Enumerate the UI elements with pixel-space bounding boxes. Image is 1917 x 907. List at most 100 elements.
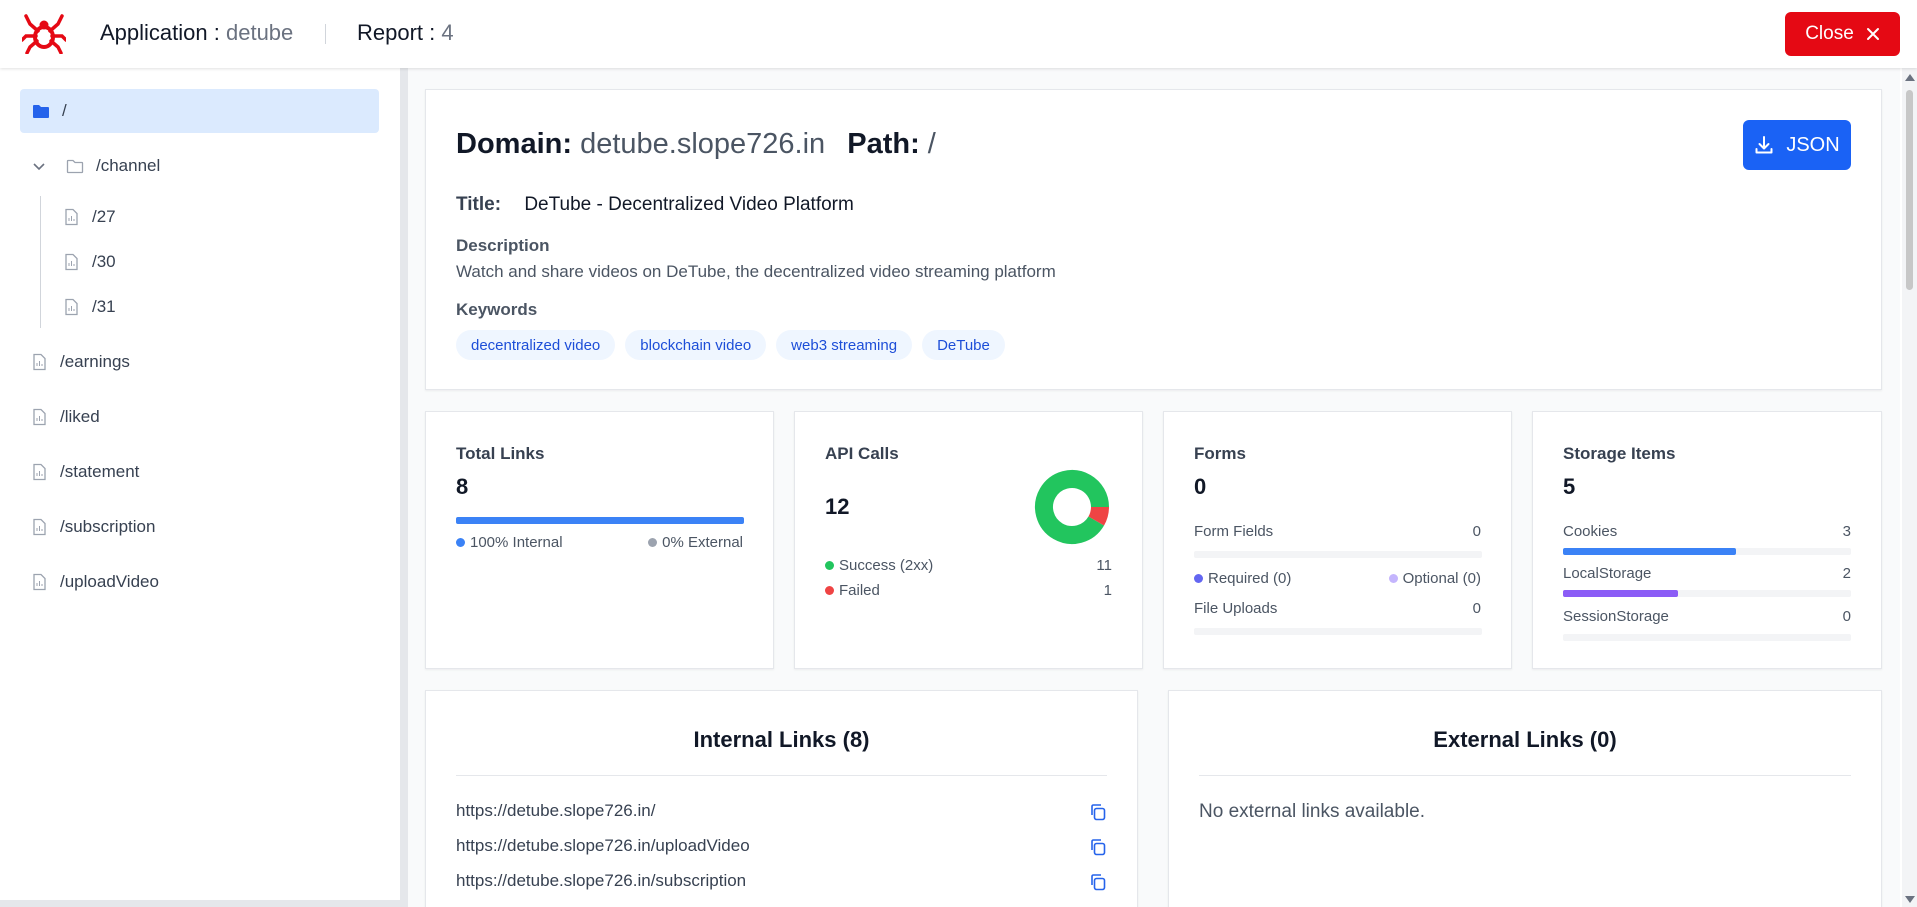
sidebar-item-label: /subscription bbox=[60, 517, 156, 536]
main-scrollbar[interactable] bbox=[1902, 68, 1917, 907]
sidebar-item-uploadvideo[interactable]: /uploadVideo bbox=[30, 560, 159, 604]
sidebar-item-label: /earnings bbox=[60, 352, 130, 371]
file-icon bbox=[30, 353, 48, 371]
sidebar-item-30[interactable]: /30 bbox=[62, 240, 116, 284]
scroll-down-arrow-icon[interactable] bbox=[1905, 896, 1915, 903]
internal-link-item[interactable]: https://detube.slope726.in/uploadVideo bbox=[456, 836, 750, 856]
domain-value: detube.slope726.in bbox=[580, 128, 826, 160]
report-number: 4 bbox=[441, 20, 454, 45]
session-storage-bar bbox=[1563, 634, 1851, 641]
internal-links-card: Internal Links (8) https://detube.slope7… bbox=[425, 690, 1138, 907]
sidebar-item-liked[interactable]: /liked bbox=[30, 395, 100, 439]
chevron-down-icon[interactable] bbox=[32, 157, 50, 175]
sidebar-item-root[interactable]: / bbox=[20, 89, 379, 133]
external-links-empty-message: No external links available. bbox=[1199, 801, 1426, 822]
sidebar-item-label: /channel bbox=[96, 156, 161, 175]
keyword-chip: blockchain video bbox=[625, 330, 767, 360]
file-icon bbox=[30, 408, 48, 426]
storage-title: Storage Items bbox=[1563, 444, 1676, 463]
required-legend: Required (0) bbox=[1194, 570, 1291, 587]
internal-links-title: Internal Links (8) bbox=[693, 727, 870, 752]
tree-guide-line bbox=[40, 196, 41, 328]
cookies-label: Cookies bbox=[1563, 523, 1618, 540]
external-dot bbox=[648, 538, 658, 547]
route-tree-sidebar: / /channel /27 /30 /31 /earnings /liked … bbox=[0, 68, 400, 907]
api-calls-value: 12 bbox=[825, 494, 850, 519]
external-percent-legend: 0% External bbox=[648, 534, 743, 551]
sidebar-item-label: /27 bbox=[92, 207, 116, 226]
close-icon bbox=[1866, 28, 1879, 40]
sidebar-item-label: /uploadVideo bbox=[60, 572, 159, 591]
sidebar-item-subscription[interactable]: /subscription bbox=[30, 505, 155, 549]
file-icon bbox=[62, 208, 80, 226]
header-divider bbox=[325, 24, 326, 44]
external-percent-label: 0% External bbox=[662, 534, 743, 551]
storage-value: 5 bbox=[1563, 474, 1576, 499]
success-dot bbox=[825, 561, 834, 570]
internal-percent-label: 100% Internal bbox=[470, 534, 563, 551]
success-label: Success (2xx) bbox=[839, 557, 934, 574]
json-button-label: JSON bbox=[1786, 133, 1840, 156]
optional-label: Optional (0) bbox=[1402, 570, 1481, 587]
sidebar-item-label: /30 bbox=[92, 252, 116, 271]
optional-dot bbox=[1388, 574, 1398, 583]
success-legend: Success (2xx) bbox=[825, 557, 933, 574]
description-value: Watch and share videos on DeTube, the de… bbox=[456, 262, 1056, 281]
sidebar-item-label: /31 bbox=[92, 297, 116, 316]
report-label: Report : bbox=[357, 20, 436, 45]
application-name: detube bbox=[225, 20, 294, 45]
sidebar-item-earnings[interactable]: /earnings bbox=[30, 340, 130, 384]
cookies-count: 3 bbox=[1842, 523, 1851, 540]
required-dot bbox=[1194, 574, 1203, 583]
local-storage-bar-fill bbox=[1563, 590, 1679, 597]
total-links-value: 8 bbox=[456, 474, 469, 499]
sidebar-item-31[interactable]: /31 bbox=[62, 285, 116, 329]
copy-icon[interactable] bbox=[1089, 838, 1107, 856]
internal-link-item[interactable]: https://detube.slope726.in/subscription bbox=[456, 871, 746, 891]
keywords-list: decentralized video blockchain video web… bbox=[456, 330, 1005, 360]
application-label: Application : bbox=[100, 20, 220, 45]
path-label: Path: bbox=[847, 128, 920, 160]
page-overview-card: Domain: detube.slope726.in Path: / JSON … bbox=[425, 89, 1882, 390]
close-button-label: Close bbox=[1805, 23, 1854, 44]
keyword-chip: web3 streaming bbox=[776, 330, 913, 360]
file-icon bbox=[62, 253, 80, 271]
scroll-up-arrow-icon[interactable] bbox=[1905, 74, 1915, 81]
internal-links-bar bbox=[456, 517, 744, 524]
forms-title: Forms bbox=[1194, 444, 1246, 463]
sidebar-item-statement[interactable]: /statement bbox=[30, 450, 139, 494]
cookies-bar bbox=[1563, 548, 1851, 555]
sidebar-item-27[interactable]: /27 bbox=[62, 195, 116, 239]
forms-card: Forms 0 Form Fields 0 Required (0) Optio… bbox=[1163, 411, 1512, 669]
api-calls-donut-chart bbox=[1035, 470, 1109, 544]
keyword-chip: decentralized video bbox=[456, 330, 616, 360]
failed-count: 1 bbox=[1103, 582, 1112, 599]
report-main-panel: Domain: detube.slope726.in Path: / JSON … bbox=[408, 68, 1900, 907]
sidebar-scrollbar[interactable] bbox=[400, 68, 408, 907]
api-calls-card: API Calls 12 Success (2xx) 11 Failed 1 bbox=[794, 411, 1143, 669]
folder-outline-icon bbox=[66, 157, 84, 175]
success-count: 11 bbox=[1096, 557, 1112, 574]
folder-icon bbox=[32, 102, 50, 120]
session-storage-label: SessionStorage bbox=[1563, 608, 1669, 625]
form-fields-bar bbox=[1194, 551, 1482, 558]
sidebar-item-channel[interactable]: /channel bbox=[32, 144, 160, 188]
keywords-label: Keywords bbox=[456, 300, 538, 319]
file-icon bbox=[30, 573, 48, 591]
external-links-title: External Links (0) bbox=[1433, 727, 1617, 752]
download-json-button[interactable]: JSON bbox=[1743, 120, 1851, 170]
close-button[interactable]: Close bbox=[1785, 12, 1900, 56]
internal-links-bar-fill bbox=[456, 517, 744, 524]
copy-icon[interactable] bbox=[1089, 803, 1107, 821]
copy-icon[interactable] bbox=[1089, 873, 1107, 891]
local-storage-count: 2 bbox=[1842, 565, 1851, 582]
app-header: Application : detube Report : 4 Close bbox=[0, 0, 1917, 68]
failed-dot bbox=[825, 586, 834, 595]
domain-label: Domain: bbox=[456, 128, 572, 160]
sidebar-horizontal-scrollbar[interactable] bbox=[0, 900, 400, 907]
scrollbar-thumb[interactable] bbox=[1906, 90, 1913, 290]
sidebar-item-label: / bbox=[62, 101, 67, 120]
file-uploads-bar bbox=[1194, 628, 1482, 635]
internal-link-item[interactable]: https://detube.slope726.in/ bbox=[456, 801, 655, 821]
path-value: / bbox=[927, 128, 936, 160]
